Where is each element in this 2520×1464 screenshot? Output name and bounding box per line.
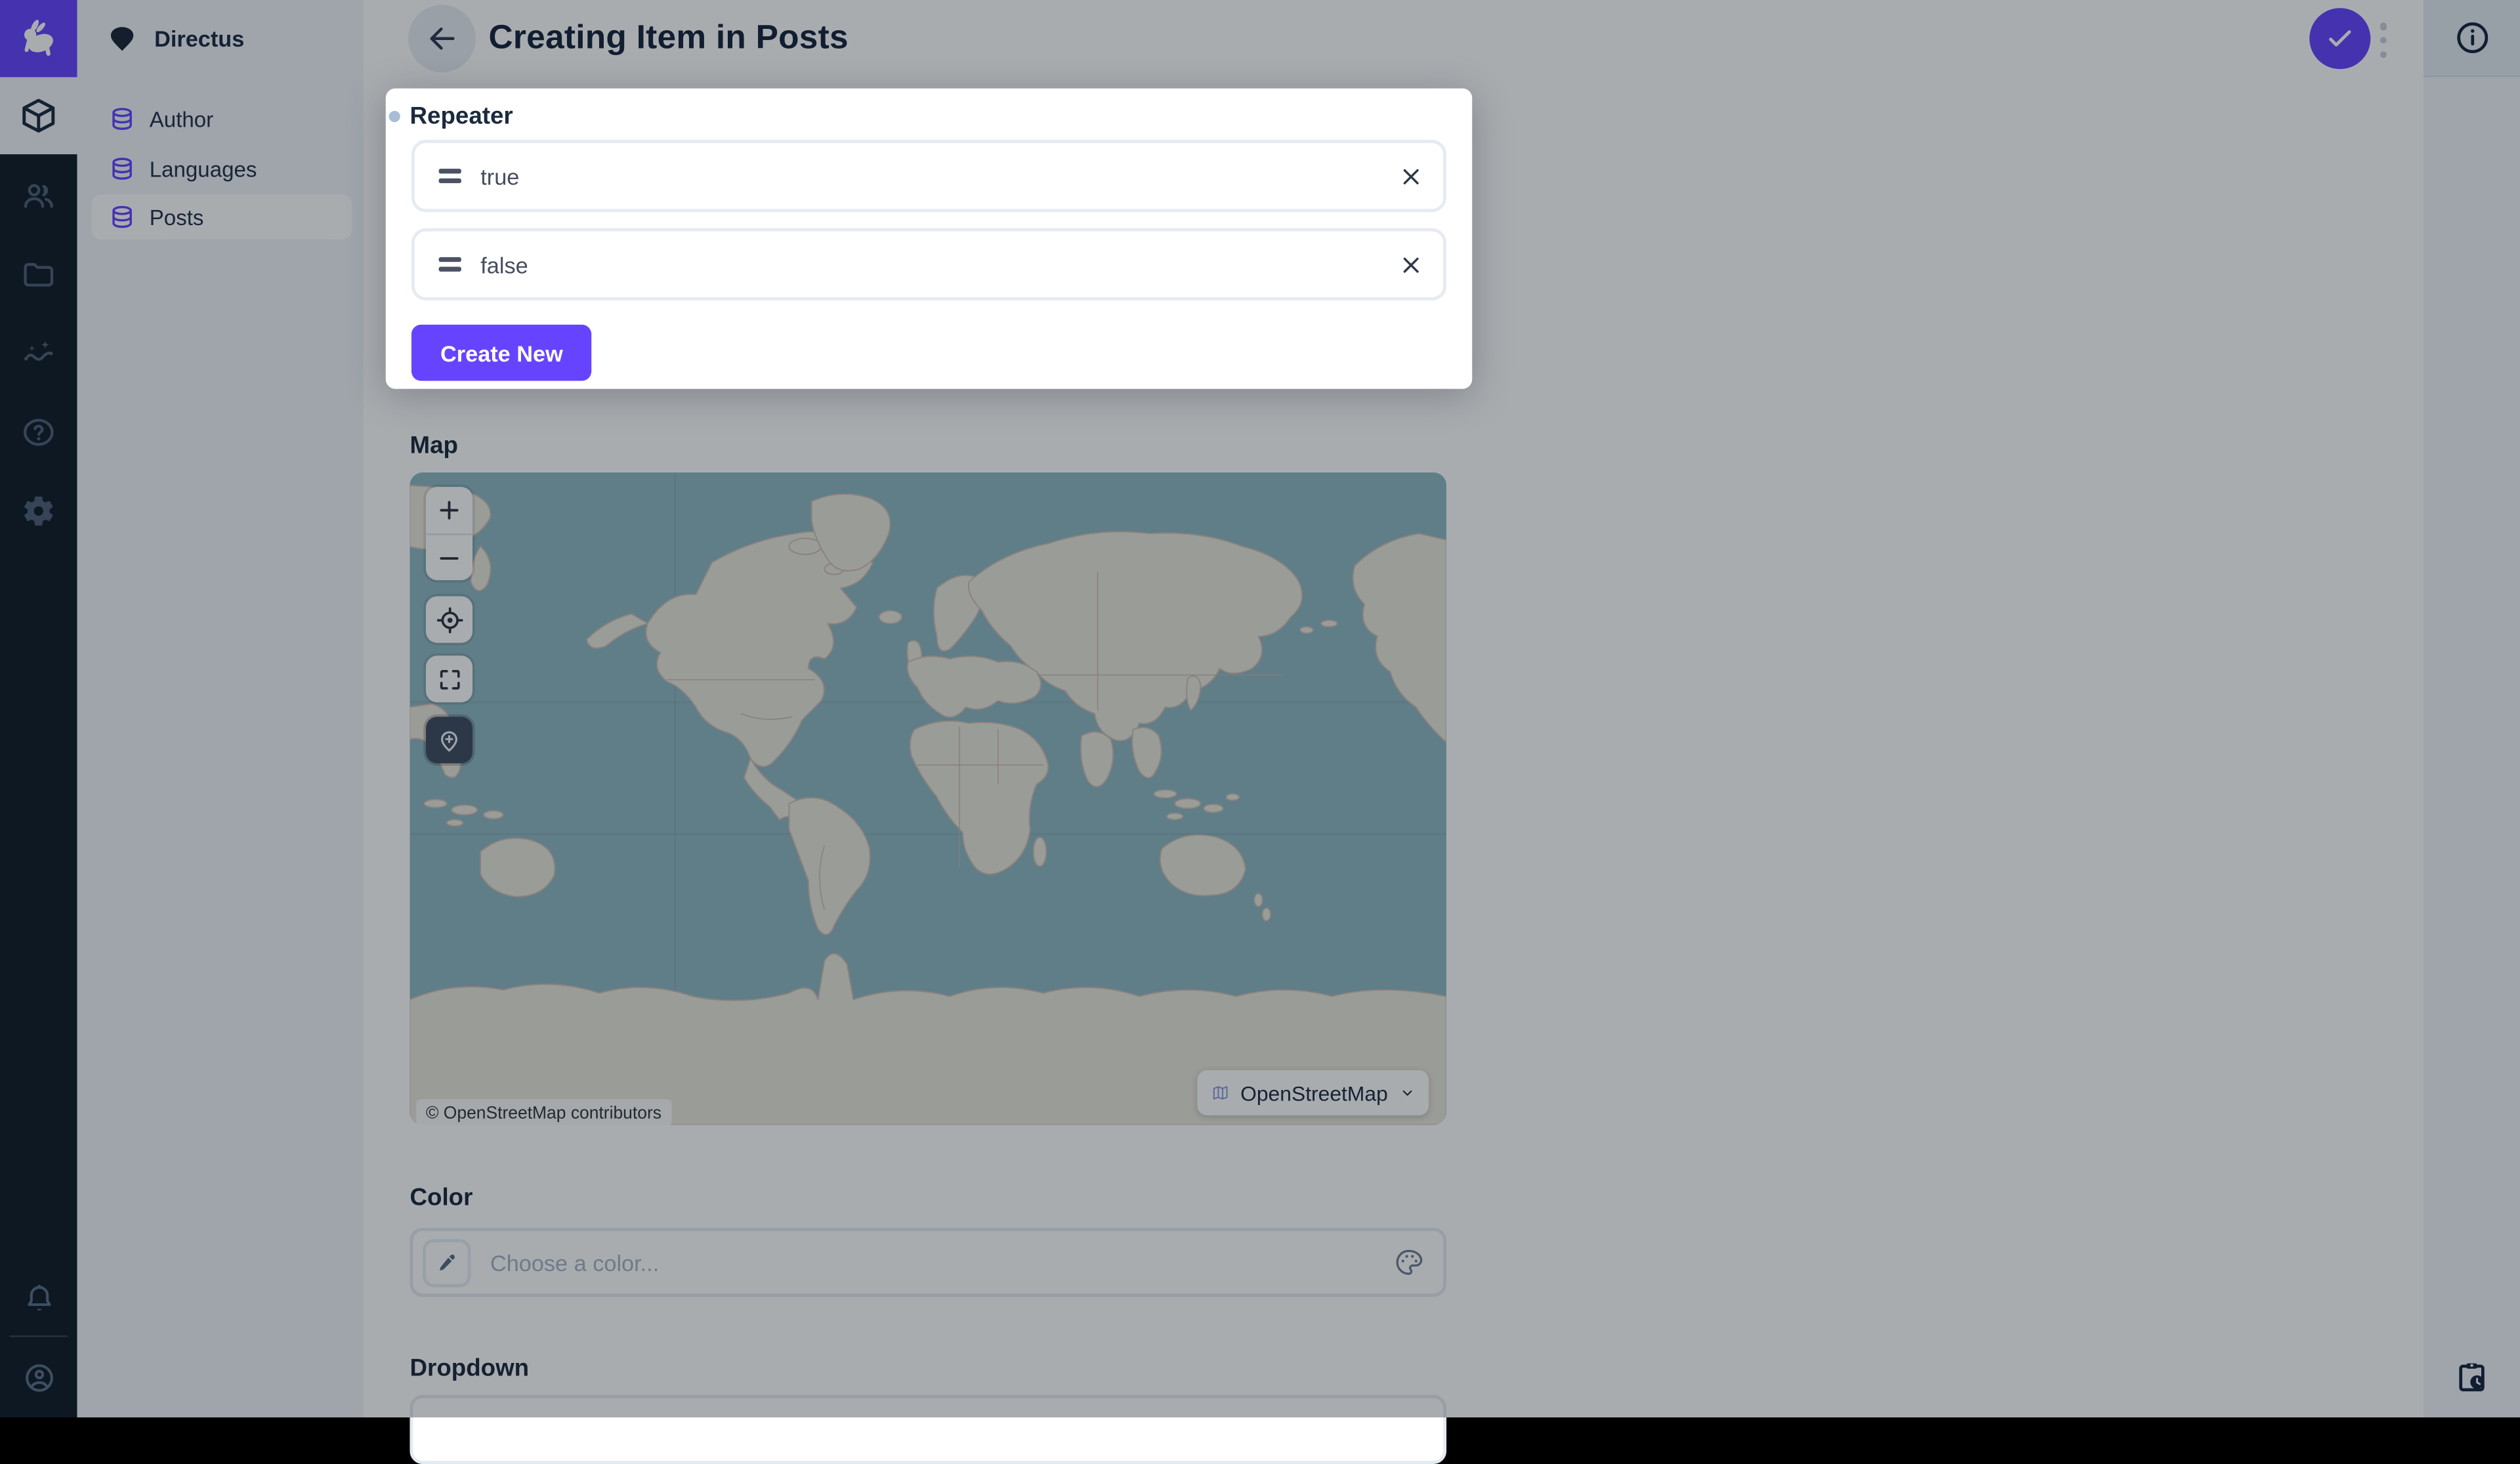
close-icon [1398, 251, 1424, 277]
repeater-row [411, 228, 1446, 301]
repeater-field-label: Repeater [410, 103, 513, 131]
drag-handle-icon[interactable] [439, 257, 461, 271]
create-new-button[interactable]: Create New [411, 325, 592, 381]
app-window: Directus Author Languages Posts Creating… [0, 0, 2520, 1417]
close-icon [1398, 163, 1424, 189]
repeater-row [411, 140, 1446, 212]
remove-row-button[interactable] [1379, 232, 1443, 297]
remove-row-button[interactable] [1379, 143, 1443, 209]
drag-handle-icon[interactable] [439, 169, 461, 183]
repeater-row-input[interactable] [477, 161, 1379, 190]
edited-indicator-dot [389, 111, 400, 122]
repeater-row-input[interactable] [477, 250, 1379, 279]
repeater-label-row: Repeater [389, 103, 513, 131]
